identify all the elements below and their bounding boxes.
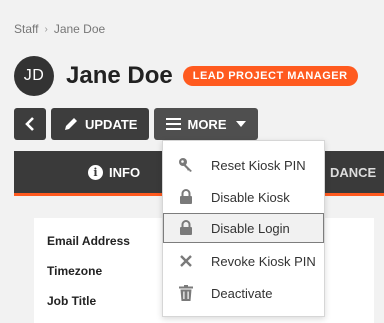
menu-item-disable-login[interactable]: Disable Login (163, 213, 324, 243)
pencil-icon (65, 118, 77, 130)
lock-icon (177, 188, 195, 206)
menu-item-disable-kiosk[interactable]: Disable Kiosk (163, 182, 324, 212)
more-dropdown-menu: Reset Kiosk PIN Disable Kiosk Disable Lo… (162, 140, 325, 317)
menu-item-revoke-kiosk-pin[interactable]: Revoke Kiosk PIN (163, 246, 324, 276)
page-title: Jane Doe (66, 62, 173, 89)
tab-attendance-label: DANCE (330, 164, 377, 180)
breadcrumb: Staff › Jane Doe (14, 22, 105, 36)
more-button[interactable]: MORE (154, 108, 259, 140)
toolbar: UPDATE MORE (14, 108, 259, 140)
breadcrumb-parent-link[interactable]: Staff (14, 22, 38, 36)
trash-icon (177, 284, 195, 302)
update-button-label: UPDATE (85, 116, 138, 132)
profile-header: JD Jane Doe LEAD PROJECT MANAGER (14, 56, 358, 96)
menu-item-label: Disable Kiosk (211, 189, 290, 205)
avatar: JD (14, 56, 54, 96)
chevron-left-icon (25, 117, 34, 131)
lock-icon (177, 219, 195, 237)
caret-down-icon (236, 121, 247, 127)
x-icon (177, 252, 195, 270)
role-badge: LEAD PROJECT MANAGER (182, 66, 358, 86)
menu-item-deactivate[interactable]: Deactivate (163, 278, 324, 308)
tab-info[interactable]: i INFO (88, 151, 140, 193)
tab-attendance[interactable]: DANCE (330, 151, 376, 193)
menu-item-label: Reset Kiosk PIN (211, 157, 306, 173)
key-icon (177, 156, 195, 174)
breadcrumb-separator: › (44, 23, 48, 35)
back-button[interactable] (14, 108, 46, 140)
more-button-label: MORE (187, 116, 227, 132)
hamburger-icon (166, 118, 182, 130)
menu-item-reset-kiosk-pin[interactable]: Reset Kiosk PIN (163, 150, 324, 180)
job-title-label: Job Title (47, 294, 97, 308)
menu-item-label: Revoke Kiosk PIN (211, 253, 316, 269)
timezone-label: Timezone (47, 264, 103, 278)
breadcrumb-current: Jane Doe (53, 22, 106, 36)
menu-item-label: Disable Login (211, 220, 290, 236)
update-button[interactable]: UPDATE (51, 108, 150, 140)
info-icon: i (88, 164, 103, 180)
tab-info-label: INFO (109, 164, 141, 180)
email-address-label: Email Address (47, 234, 130, 248)
menu-item-label: Deactivate (211, 285, 273, 301)
